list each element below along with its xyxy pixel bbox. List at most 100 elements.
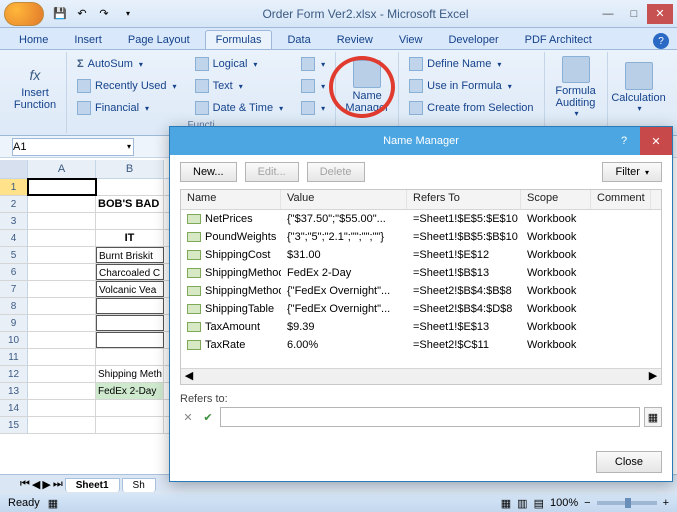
undo-icon[interactable]: ↶	[74, 6, 90, 22]
autosum-button[interactable]: ΣAutoSum▾	[73, 54, 181, 74]
zoom-in-button[interactable]: +	[663, 497, 669, 509]
col-scope[interactable]: Scope	[521, 190, 591, 209]
calculation-button[interactable]: Calculation▾	[614, 54, 664, 120]
sheet-nav-last-icon[interactable]: ⏭	[53, 478, 63, 491]
financial-button[interactable]: Financial▾	[73, 98, 181, 118]
col-header-a[interactable]: A	[28, 160, 96, 178]
minimize-button[interactable]: —	[595, 4, 621, 24]
row-header[interactable]: 1	[0, 179, 28, 195]
row-header[interactable]: 7	[0, 281, 28, 297]
zoom-slider[interactable]	[597, 501, 657, 505]
spreadsheet-grid[interactable]: A B 1 2BOB'S BAD 3 4IT 5Burnt Briskit 6C…	[0, 160, 170, 482]
view-page-layout-icon[interactable]: ▥	[517, 497, 527, 510]
tab-data[interactable]: Data	[276, 30, 321, 49]
names-list[interactable]: Name Value Refers To Scope Comment NetPr…	[180, 189, 662, 385]
range-picker-button[interactable]: ▦	[644, 407, 662, 427]
name-row[interactable]: TaxRate6.00%=Sheet2!$C$11Workbook	[181, 336, 661, 354]
refers-to-input[interactable]	[220, 407, 640, 427]
row-header[interactable]: 2	[0, 196, 28, 212]
more-functions-button[interactable]: ▾	[297, 98, 329, 118]
row-header[interactable]: 6	[0, 264, 28, 280]
formula-auditing-button[interactable]: Formula Auditing▾	[551, 54, 601, 120]
create-from-selection-button[interactable]: Create from Selection	[405, 98, 537, 118]
row-header[interactable]: 4	[0, 230, 28, 246]
scroll-right-icon[interactable]: ▶	[645, 369, 661, 384]
redo-icon[interactable]: ↷	[96, 6, 112, 22]
row-header[interactable]: 11	[0, 349, 28, 365]
cell[interactable]: BOB'S BAD	[96, 196, 164, 212]
row-header[interactable]: 15	[0, 417, 28, 433]
tab-view[interactable]: View	[388, 30, 434, 49]
row-header[interactable]: 8	[0, 298, 28, 314]
close-button[interactable]: ✕	[647, 4, 673, 24]
edit-button[interactable]: Edit...	[245, 162, 299, 182]
name-row[interactable]: TaxAmount$9.39=Sheet1!$E$13Workbook	[181, 318, 661, 336]
recently-used-button[interactable]: Recently Used▾	[73, 76, 181, 96]
col-refers-to[interactable]: Refers To	[407, 190, 521, 209]
col-name[interactable]: Name	[181, 190, 281, 209]
qat-dropdown-icon[interactable]: ▾	[120, 6, 136, 22]
cell[interactable]	[96, 179, 164, 195]
define-name-button[interactable]: Define Name▾	[405, 54, 537, 74]
col-header-b[interactable]: B	[96, 160, 164, 178]
tab-home[interactable]: Home	[8, 30, 59, 49]
tab-formulas[interactable]: Formulas	[205, 30, 273, 49]
maximize-button[interactable]: □	[621, 4, 647, 24]
tab-developer[interactable]: Developer	[437, 30, 509, 49]
horizontal-scrollbar[interactable]: ◀ ▶	[181, 368, 661, 384]
commit-edit-icon[interactable]: ✔	[200, 411, 216, 424]
name-box[interactable]: A1▾	[12, 138, 134, 156]
date-time-button[interactable]: Date & Time▾	[191, 98, 288, 118]
dialog-help-button[interactable]: ?	[612, 135, 636, 147]
text-button[interactable]: Text▾	[191, 76, 288, 96]
cell-a1[interactable]	[28, 179, 96, 195]
name-row[interactable]: ShippingMethodFedEx 2-Day=Sheet1!$B$13Wo…	[181, 264, 661, 282]
name-row[interactable]: PoundWeights{"3";"5";"2.1";"";"";""}=She…	[181, 228, 661, 246]
row-header[interactable]: 14	[0, 400, 28, 416]
scroll-left-icon[interactable]: ◀	[181, 369, 197, 384]
sheet-tab-1[interactable]: Sheet1	[65, 478, 120, 492]
col-comment[interactable]: Comment	[591, 190, 651, 209]
tab-insert[interactable]: Insert	[63, 30, 113, 49]
name-row[interactable]: ShippingCost$31.00=Sheet1!$E$12Workbook	[181, 246, 661, 264]
close-dialog-button[interactable]: Close	[596, 451, 662, 473]
tab-review[interactable]: Review	[326, 30, 384, 49]
save-icon[interactable]: 💾	[52, 6, 68, 22]
lookup-button[interactable]: ▾	[297, 54, 329, 74]
tab-page-layout[interactable]: Page Layout	[117, 30, 201, 49]
dialog-close-button[interactable]: ✕	[640, 127, 672, 155]
zoom-out-button[interactable]: −	[584, 497, 590, 509]
sheet-nav-prev-icon[interactable]: ◀	[32, 478, 40, 491]
select-all-corner[interactable]	[0, 160, 28, 178]
col-value[interactable]: Value	[281, 190, 407, 209]
cancel-edit-icon[interactable]: ✕	[180, 411, 196, 424]
macro-icon[interactable]: ▦	[48, 497, 58, 510]
math-trig-button[interactable]: ▾	[297, 76, 329, 96]
office-button[interactable]	[4, 2, 44, 26]
row-header[interactable]: 5	[0, 247, 28, 263]
sheet-nav-next-icon[interactable]: ▶	[42, 478, 50, 491]
logical-button[interactable]: Logical▾	[191, 54, 288, 74]
sheet-nav-first-icon[interactable]: ⏮	[20, 478, 30, 491]
name-row[interactable]: ShippingMethods{"FedEx Overnight"...=She…	[181, 282, 661, 300]
new-button[interactable]: New...	[180, 162, 237, 182]
filter-button[interactable]: Filter ▾	[602, 162, 662, 182]
view-normal-icon[interactable]: ▦	[501, 497, 511, 510]
row-header[interactable]: 12	[0, 366, 28, 382]
name-row[interactable]: NetPrices{"$37.50";"$55.00"...=Sheet1!$E…	[181, 210, 661, 228]
row-header[interactable]: 13	[0, 383, 28, 399]
row-header[interactable]: 10	[0, 332, 28, 348]
delete-button[interactable]: Delete	[307, 162, 365, 182]
name-row[interactable]: ShippingTable{"FedEx Overnight"...=Sheet…	[181, 300, 661, 318]
row-header[interactable]: 3	[0, 213, 28, 229]
tab-pdf-architect[interactable]: PDF Architect	[514, 30, 603, 49]
help-icon[interactable]: ?	[653, 33, 669, 49]
name-manager-button[interactable]: Name Manager	[342, 54, 392, 120]
sheet-tab-2[interactable]: Sh	[122, 478, 156, 492]
zoom-level[interactable]: 100%	[550, 497, 578, 509]
dialog-titlebar[interactable]: Name Manager ? ✕	[170, 127, 672, 155]
row-header[interactable]: 9	[0, 315, 28, 331]
view-page-break-icon[interactable]: ▤	[534, 497, 544, 510]
use-in-formula-button[interactable]: Use in Formula▾	[405, 76, 537, 96]
insert-function-button[interactable]: fx Insert Function	[10, 54, 60, 120]
